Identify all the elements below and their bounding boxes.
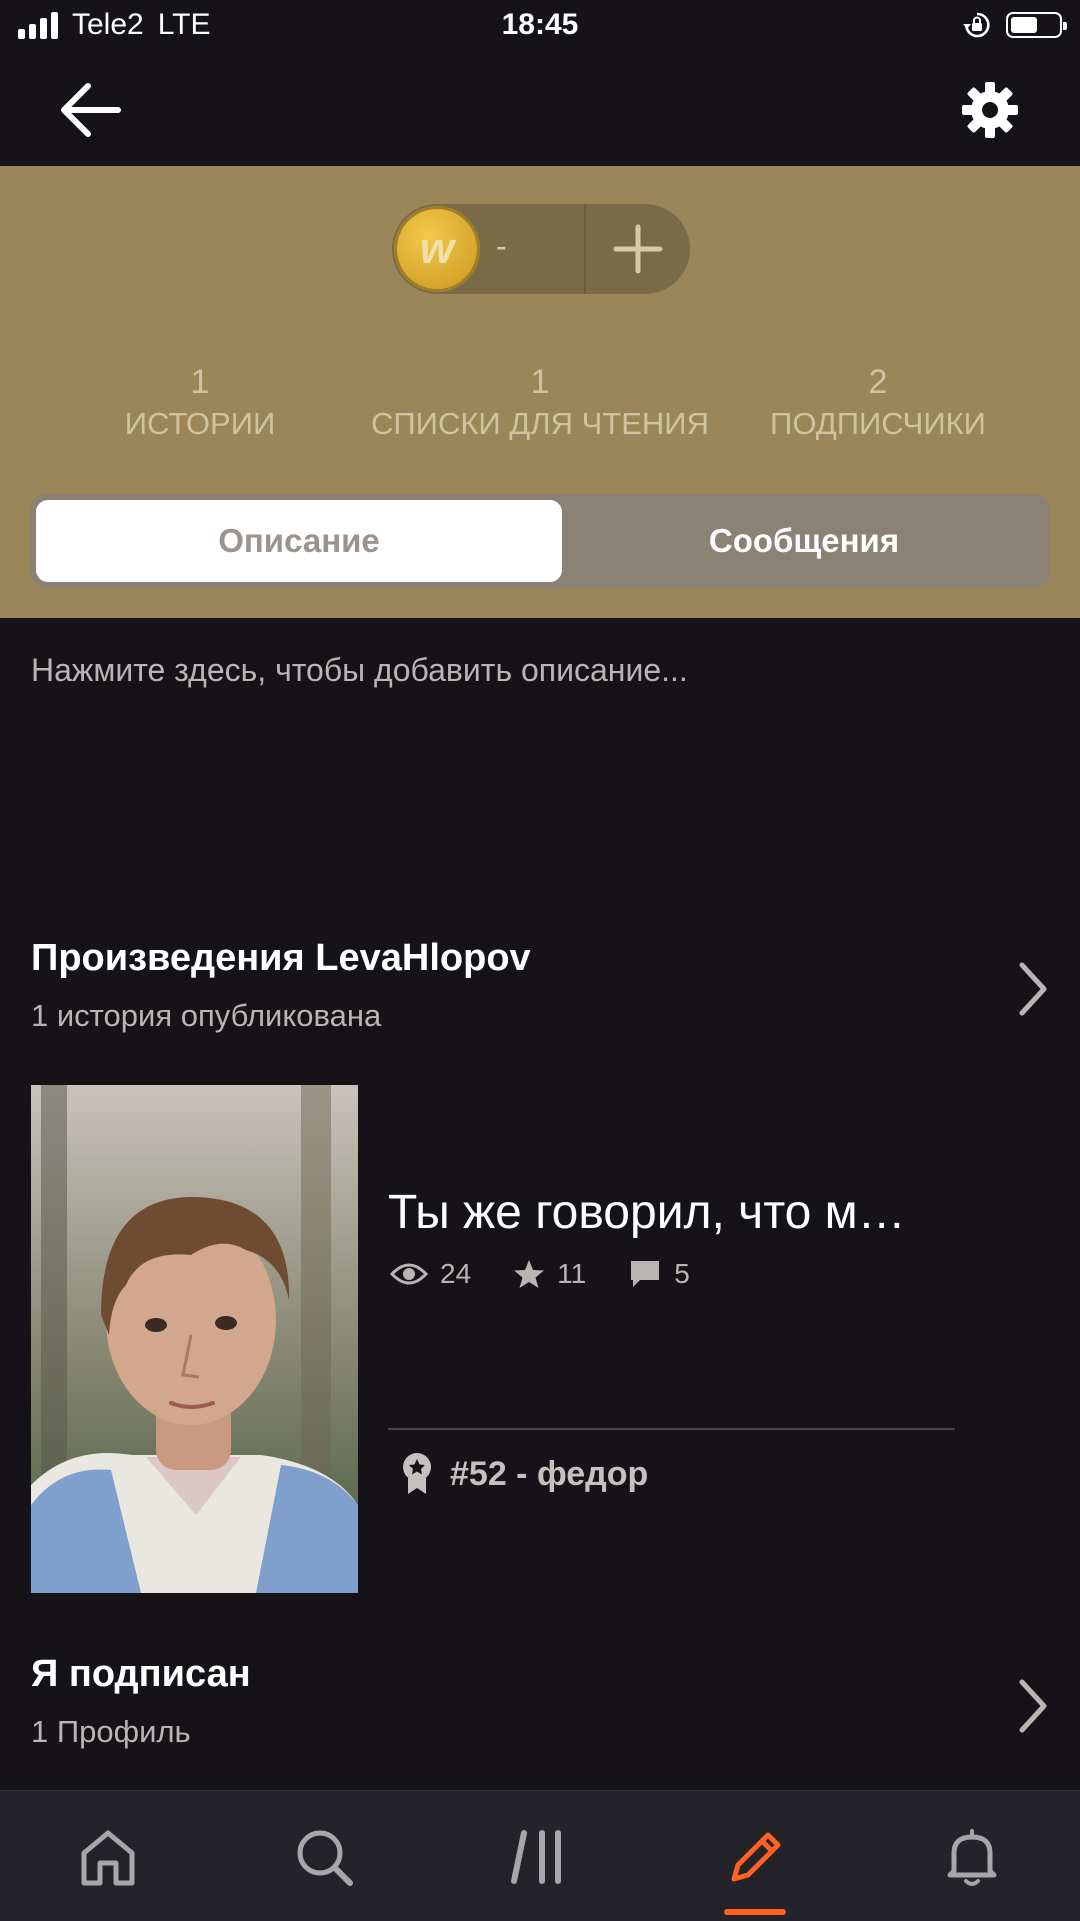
tab-home[interactable] bbox=[0, 1791, 216, 1921]
add-coins-button[interactable] bbox=[586, 204, 690, 294]
coin-icon: w bbox=[394, 206, 480, 292]
stat-reading-lists[interactable]: 1 СПИСКИ ДЛЯ ЧТЕНИЯ bbox=[360, 362, 720, 446]
tab-write[interactable] bbox=[648, 1791, 864, 1921]
stat-followers[interactable]: 2 ПОДПИСЧИКИ bbox=[698, 362, 1058, 446]
plus-icon bbox=[613, 224, 663, 274]
nav-bar bbox=[0, 54, 1080, 166]
story-cover-image[interactable] bbox=[31, 1085, 358, 1593]
bell-icon bbox=[947, 1829, 997, 1886]
works-subtitle: 1 история опубликована bbox=[31, 998, 382, 1033]
story-divider bbox=[388, 1428, 955, 1430]
orientation-lock-icon bbox=[963, 12, 990, 38]
votes-stat: 11 bbox=[513, 1258, 586, 1290]
active-tab-indicator bbox=[724, 1909, 786, 1915]
tab-messages[interactable]: Сообщения bbox=[564, 500, 1044, 582]
comments-count: 5 bbox=[674, 1258, 690, 1289]
bottom-tab-bar bbox=[0, 1790, 1080, 1921]
following-chevron-right-icon[interactable] bbox=[1016, 1678, 1050, 1734]
story-rank[interactable]: #52 - федор bbox=[400, 1452, 648, 1496]
stat-stories[interactable]: 1 ИСТОРИИ bbox=[20, 362, 380, 446]
tab-description[interactable]: Описание bbox=[36, 500, 562, 582]
rank-badge-icon bbox=[403, 1453, 431, 1494]
tab-search[interactable] bbox=[216, 1791, 432, 1921]
status-bar: Tele2 LTE 18:45 bbox=[0, 0, 1080, 54]
votes-count: 11 bbox=[557, 1258, 587, 1289]
battery-icon bbox=[1006, 12, 1067, 38]
back-button[interactable] bbox=[56, 78, 126, 142]
views-count: 24 bbox=[440, 1258, 472, 1289]
home-icon bbox=[81, 1830, 135, 1886]
story-title[interactable]: Ты же говорил, что м… bbox=[388, 1185, 988, 1240]
works-chevron-right-icon[interactable] bbox=[1016, 961, 1050, 1017]
following-subtitle: 1 Профиль bbox=[31, 1714, 191, 1749]
story-stats: 24 11 5 bbox=[390, 1258, 732, 1290]
arrow-left-icon bbox=[61, 83, 121, 137]
works-section-title[interactable]: Произведения LevaHlopov bbox=[31, 937, 531, 980]
tab-library[interactable] bbox=[432, 1791, 648, 1921]
status-time: 18:45 bbox=[501, 8, 579, 41]
profile-header: w - 1 ИСТОРИИ 1 СПИСКИ ДЛЯ ЧТЕНИЯ 2 ПОДП… bbox=[0, 166, 1080, 618]
comment-icon bbox=[631, 1261, 660, 1287]
segmented-control: Описание Сообщения bbox=[30, 494, 1050, 588]
views-stat: 24 bbox=[390, 1258, 471, 1290]
coin-balance[interactable]: w - bbox=[392, 204, 690, 294]
description-placeholder[interactable]: Нажмите здесь, чтобы добавить описание..… bbox=[31, 652, 688, 689]
rank-text: #52 - федор bbox=[450, 1454, 649, 1493]
works-username: LevaHlopov bbox=[315, 937, 531, 979]
works-title-prefix: Произведения bbox=[31, 937, 305, 979]
following-section-title[interactable]: Я подписан bbox=[31, 1653, 251, 1696]
coin-value: - bbox=[496, 228, 507, 264]
gear-icon bbox=[962, 82, 1018, 138]
eye-icon bbox=[390, 1263, 428, 1285]
tab-notifications[interactable] bbox=[864, 1791, 1080, 1921]
search-icon bbox=[297, 1830, 353, 1886]
library-icon bbox=[511, 1830, 561, 1884]
status-right bbox=[962, 10, 1067, 40]
settings-button[interactable] bbox=[958, 78, 1022, 142]
comments-stat: 5 bbox=[628, 1258, 690, 1290]
write-icon bbox=[731, 1832, 781, 1882]
star-icon bbox=[514, 1260, 545, 1288]
